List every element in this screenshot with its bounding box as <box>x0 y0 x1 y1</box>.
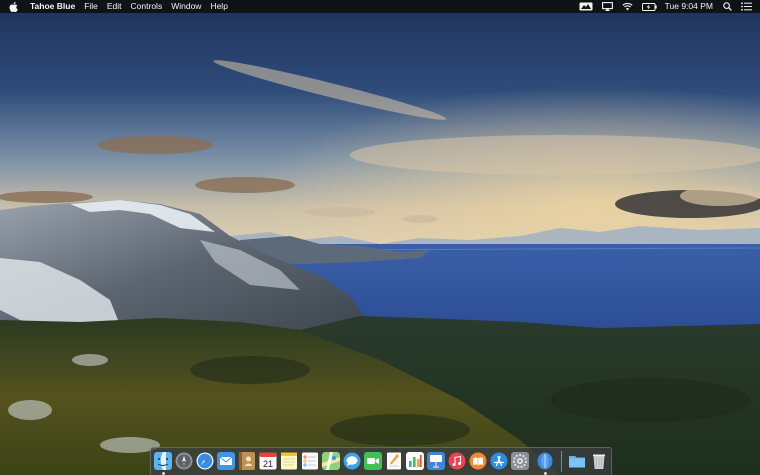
calendar-day-label: 21 <box>263 459 273 469</box>
spotlight-search-icon[interactable] <box>723 0 732 13</box>
wifi-icon[interactable] <box>622 0 633 13</box>
ibooks-icon[interactable] <box>469 452 487 470</box>
menu-controls[interactable]: Controls <box>131 0 163 13</box>
apple-menu-icon[interactable] <box>9 1 18 12</box>
tahoe-blue-icon[interactable] <box>536 452 554 470</box>
battery-charging-icon[interactable] <box>641 0 657 13</box>
trash-icon[interactable] <box>590 452 608 470</box>
notes-icon[interactable] <box>280 452 298 470</box>
facetime-icon[interactable] <box>364 452 382 470</box>
pages-icon[interactable] <box>385 452 403 470</box>
app-menu-tahoe-blue[interactable]: Tahoe Blue <box>30 0 75 13</box>
mail-icon[interactable] <box>217 452 235 470</box>
safari-icon[interactable] <box>196 452 214 470</box>
menu-bar-left: Tahoe Blue File Edit Controls Window Hel… <box>9 0 237 13</box>
app-store-icon[interactable] <box>490 452 508 470</box>
keynote-icon[interactable] <box>427 452 445 470</box>
menu-bar: Tahoe Blue File Edit Controls Window Hel… <box>0 0 760 13</box>
downloads-folder-icon[interactable] <box>568 452 586 470</box>
screen-sharing-icon[interactable] <box>579 0 593 13</box>
maps-icon[interactable] <box>322 452 340 470</box>
numbers-icon[interactable] <box>406 452 424 470</box>
itunes-icon[interactable] <box>448 452 466 470</box>
menu-bar-status: Tue 9:04 PM <box>570 0 752 13</box>
finder-icon[interactable] <box>154 452 172 470</box>
contacts-icon[interactable] <box>238 452 256 470</box>
system-preferences-icon[interactable] <box>511 452 529 470</box>
reminders-icon[interactable] <box>301 452 319 470</box>
messages-icon[interactable] <box>343 452 361 470</box>
desktop-wallpaper <box>0 0 760 475</box>
notification-center-icon[interactable] <box>741 0 752 13</box>
dock: 21 <box>150 447 612 475</box>
menu-help[interactable]: Help <box>210 0 227 13</box>
menu-edit[interactable]: Edit <box>107 0 122 13</box>
airplay-icon[interactable] <box>601 0 613 13</box>
dock-separator <box>561 451 562 472</box>
menu-window[interactable]: Window <box>171 0 201 13</box>
menu-file[interactable]: File <box>84 0 98 13</box>
menu-bar-clock[interactable]: Tue 9:04 PM <box>665 0 713 13</box>
launchpad-icon[interactable] <box>175 452 193 470</box>
calendar-icon[interactable]: 21 <box>259 452 277 470</box>
